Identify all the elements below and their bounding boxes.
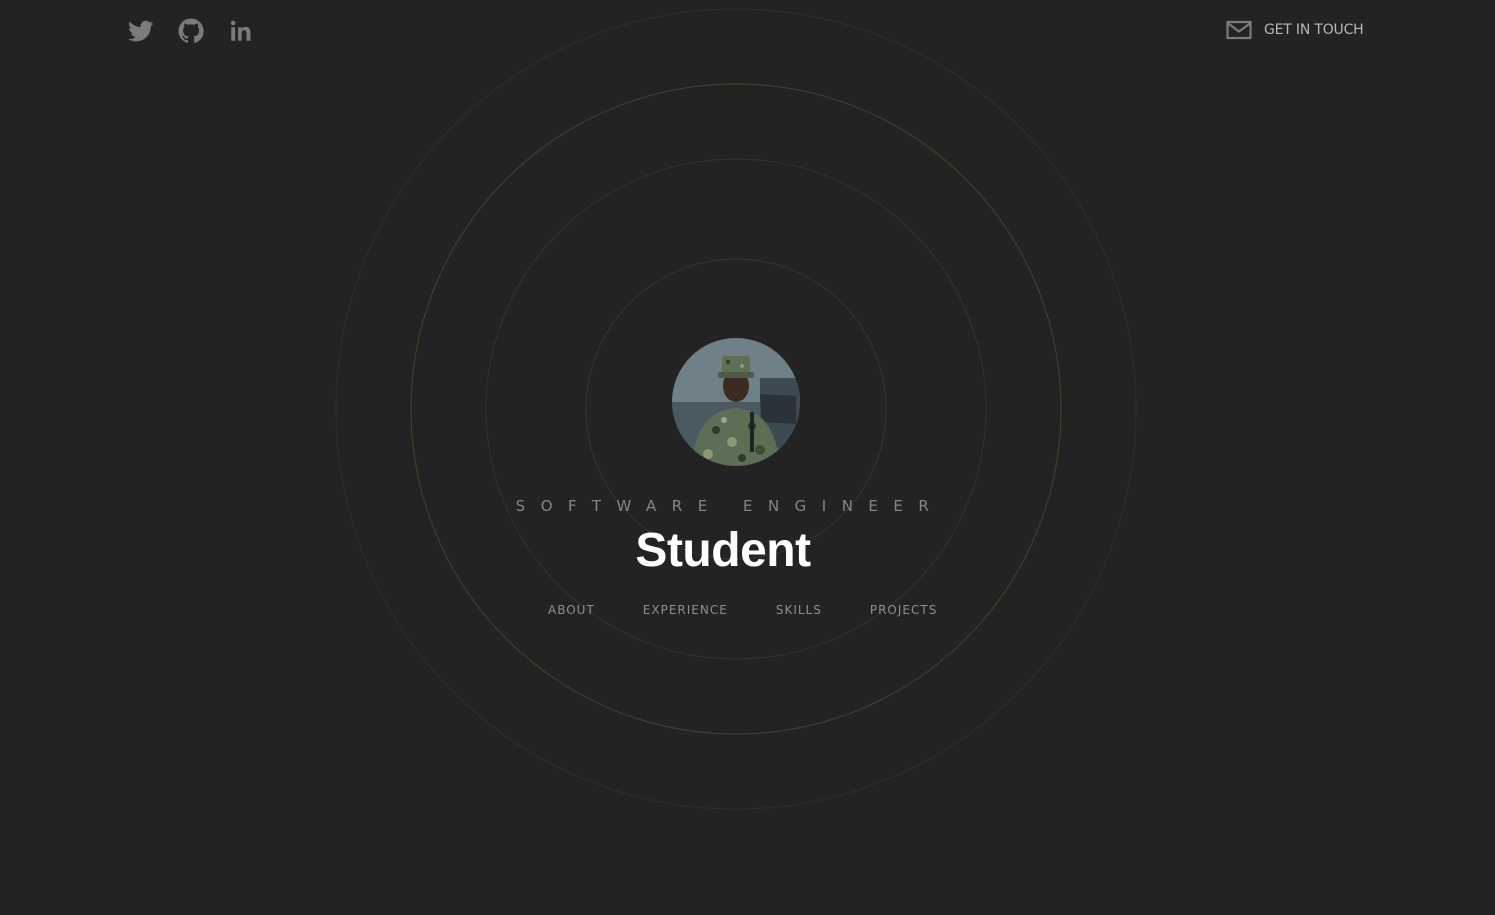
twitter-link[interactable] [128, 18, 154, 44]
github-link[interactable] [178, 18, 204, 44]
get-in-touch-button[interactable]: GET IN TOUCH [1226, 20, 1364, 40]
profile-photo-image [672, 338, 800, 466]
get-in-touch-label: GET IN TOUCH [1264, 22, 1364, 38]
twitter-icon [128, 20, 154, 42]
hero-name: Student [635, 524, 811, 577]
nav-item-about[interactable]: ABOUT [548, 603, 595, 617]
role-subtitle: SOFTWARE ENGINEER [515, 497, 945, 515]
main-nav: ABOUT EXPERIENCE SKILLS PROJECTS [548, 603, 937, 617]
profile-photo [672, 338, 800, 466]
social-links [128, 18, 278, 44]
nav-item-experience[interactable]: EXPERIENCE [643, 603, 728, 617]
linkedin-link[interactable] [228, 18, 254, 44]
mail-icon [1226, 20, 1252, 40]
nav-item-skills[interactable]: SKILLS [776, 603, 822, 617]
linkedin-icon [230, 20, 251, 41]
github-icon [178, 18, 204, 43]
nav-item-projects[interactable]: PROJECTS [870, 603, 937, 617]
